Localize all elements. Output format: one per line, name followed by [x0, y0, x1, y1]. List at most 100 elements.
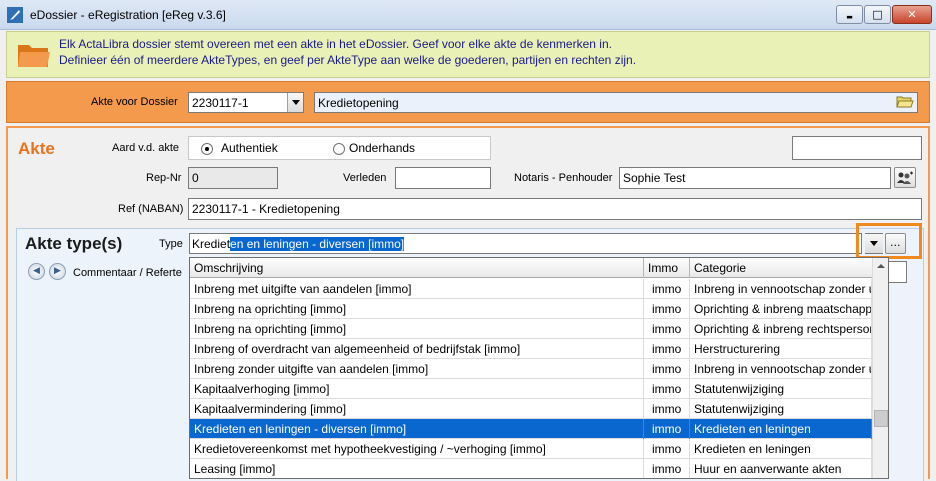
radio-onderhands[interactable] [333, 143, 345, 155]
list-item[interactable]: Kapitaalverhoging [immo] immo Statutenwijz… [190, 379, 872, 399]
type-combobox-value: Kredieten en leningen - diversen [immo] [192, 237, 405, 251]
cell-omschrijving: Inbreng na oprichting [immo] [190, 319, 644, 339]
cell-immo: immo [644, 359, 690, 379]
cell-omschrijving: Kredietovereenkomst met hypotheekvestigi… [190, 439, 644, 459]
cell-immo: immo [644, 339, 690, 359]
top-right-field[interactable] [792, 136, 922, 160]
verleden-field[interactable] [395, 167, 491, 189]
type-typed-text: Krediet [192, 237, 231, 251]
cell-categorie: Statutenwijziging [690, 379, 872, 399]
type-dropdown-list[interactable]: Omschrijving Immo Categorie Inbreng met … [189, 257, 889, 479]
scroll-thumb[interactable] [874, 410, 888, 427]
list-item[interactable]: Kredieten en leningen - diversen [immo] i… [190, 419, 872, 439]
notaris-lookup-button[interactable] [894, 167, 916, 188]
repnr-field[interactable]: 0 [188, 167, 278, 189]
banner-line-1: Elk ActaLibra dossier stemt overeen met … [59, 37, 612, 51]
aard-label: Aard v.d. akte [112, 142, 180, 154]
comment-field[interactable] [887, 261, 907, 283]
dossier-description-value: Kredietopening [318, 96, 399, 110]
verleden-label: Verleden [343, 172, 387, 184]
cell-categorie: Statutenwijziging [690, 399, 872, 419]
list-scrollbar[interactable] [872, 258, 888, 478]
radio-authentiek-label[interactable]: Authentiek [221, 141, 278, 155]
window-title: eDossier - eRegistration [eReg v.3.6] [30, 8, 226, 22]
maximize-icon: □ [872, 8, 883, 21]
cell-omschrijving: Kapitaalverhoging [immo] [190, 379, 644, 399]
type-more-button[interactable]: ... [885, 233, 906, 254]
dossier-bar: Akte voor Dossier 2230117-1 Kredietopeni… [6, 81, 930, 123]
akte-types-title: Akte type(s) [25, 234, 123, 253]
dossier-label: Akte voor Dossier [91, 96, 178, 108]
aard-radio-group: Authentiek Onderhands [188, 136, 491, 160]
ref-field[interactable]: 2230117-1 - Kredietopening [188, 198, 922, 220]
type-label: Type [159, 238, 183, 250]
list-item[interactable]: Inbreng met uitgifte van aandelen [immo]… [190, 279, 872, 299]
list-item[interactable]: Leasing [immo] immo Huur en aanverwante ak… [190, 459, 872, 478]
akte-title: Akte [18, 139, 55, 158]
open-folder-icon[interactable] [895, 92, 916, 113]
cell-omschrijving: Kredieten en leningen - diversen [immo] [190, 419, 644, 439]
column-header-categorie[interactable]: Categorie [690, 258, 872, 278]
cell-omschrijving: Inbreng na oprichting [immo] [190, 299, 644, 319]
folder-icon [18, 45, 50, 67]
cell-immo: immo [644, 419, 690, 439]
list-rows: Inbreng met uitgifte van aandelen [immo]… [190, 279, 872, 478]
close-button[interactable]: ✕ [892, 5, 932, 24]
notaris-value: Sophie Test [623, 171, 686, 185]
repnr-value: 0 [192, 171, 199, 185]
list-item[interactable]: Inbreng zonder uitgifte van aandelen [im… [190, 359, 872, 379]
list-item[interactable]: Kredietovereenkomst met hypotheekvestigi… [190, 439, 872, 459]
type-combobox[interactable]: Kredieten en leningen - diversen [immo] [189, 233, 862, 254]
list-item[interactable]: Inbreng na oprichting [immo] immo Oprichti… [190, 299, 872, 319]
cell-immo: immo [644, 279, 690, 299]
next-icon[interactable]: ▶ [49, 263, 66, 280]
cell-omschrijving: Leasing [immo] [190, 459, 644, 478]
cell-immo: immo [644, 319, 690, 339]
cell-categorie: Inbreng in vennootschap zonder uitgifte [690, 279, 872, 299]
comment-label: Commentaar / Referte [73, 267, 182, 279]
notaris-field[interactable]: Sophie Test [619, 167, 891, 189]
list-header: Omschrijving Immo Categorie [190, 258, 872, 278]
minimize-icon: ▬ [846, 13, 853, 21]
dossier-select[interactable]: 2230117-1 [188, 92, 304, 113]
radio-onderhands-label[interactable]: Onderhands [349, 141, 415, 155]
cell-immo: immo [644, 459, 690, 478]
cell-immo: immo [644, 299, 690, 319]
cell-omschrijving: Kapitaalvermindering [immo] [190, 399, 644, 419]
ref-value: 2230117-1 - Kredietopening [192, 202, 340, 216]
cell-categorie: Inbreng in vennootschap zonder uitgifte [690, 359, 872, 379]
column-header-immo[interactable]: Immo [644, 258, 690, 278]
cell-omschrijving: Inbreng zonder uitgifte van aandelen [im… [190, 359, 644, 379]
maximize-button[interactable]: □ [864, 5, 891, 24]
close-icon: ✕ [907, 8, 917, 21]
cell-categorie: Kredieten en leningen [690, 419, 872, 439]
cell-categorie: Kredieten en leningen [690, 439, 872, 459]
previous-icon[interactable]: ◀ [28, 263, 45, 280]
list-item[interactable]: Inbreng of overdracht van algemeenheid o… [190, 339, 872, 359]
type-autocomplete-text: en en leningen - diversen [immo] [230, 237, 405, 251]
people-lookup-icon [897, 171, 913, 184]
cell-immo: immo [644, 439, 690, 459]
cell-immo: immo [644, 399, 690, 419]
scroll-up-icon[interactable] [873, 258, 888, 274]
radio-authentiek[interactable] [201, 143, 213, 155]
notaris-label: Notaris - Penhouder [514, 172, 613, 184]
dossier-description-field[interactable]: Kredietopening [314, 92, 918, 113]
cell-categorie: Oprichting & inbreng maatschappen [690, 299, 872, 319]
chevron-down-icon[interactable] [865, 234, 883, 253]
ellipsis-icon: ... [890, 236, 901, 249]
column-header-omschrijving[interactable]: Omschrijving [190, 258, 644, 278]
chevron-down-icon[interactable] [287, 93, 303, 112]
cell-categorie: Huur en aanverwante akten [690, 459, 872, 478]
list-item[interactable]: Kapitaalvermindering [immo] immo Statutenw… [190, 399, 872, 419]
cell-omschrijving: Inbreng of overdracht van algemeenheid o… [190, 339, 644, 359]
feather-app-icon [7, 7, 23, 23]
dossier-select-value: 2230117-1 [192, 96, 249, 110]
info-banner: Elk ActaLibra dossier stemt overeen met … [6, 31, 930, 78]
ref-label: Ref (NABAN) [118, 203, 184, 215]
type-dropdown-button[interactable] [865, 233, 883, 254]
list-item[interactable]: Inbreng na oprichting [immo] immo Oprichti… [190, 319, 872, 339]
cell-categorie: Oprichting & inbreng rechtspersonen [690, 319, 872, 339]
title-bar: eDossier - eRegistration [eReg v.3.6] ▬ … [0, 0, 936, 30]
minimize-button[interactable]: ▬ [836, 5, 863, 24]
